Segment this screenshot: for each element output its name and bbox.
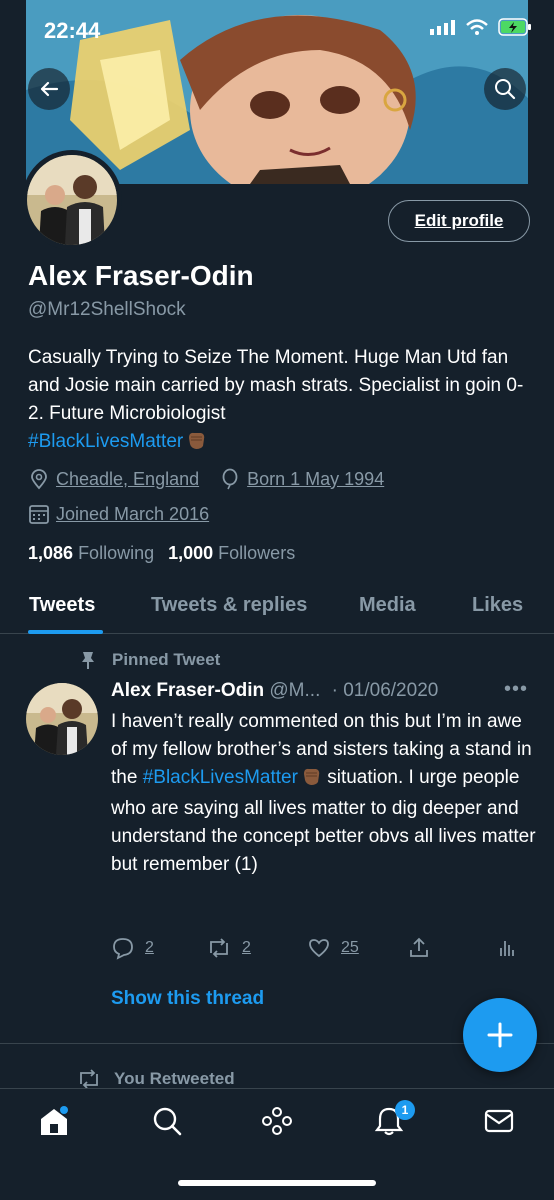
avatar-photo	[27, 155, 117, 245]
reply-button[interactable]: 2	[111, 936, 154, 960]
raised-fist-emoji-icon	[185, 428, 207, 459]
heart-icon	[309, 939, 329, 958]
pinned-tweet-label: Pinned Tweet	[78, 650, 220, 670]
nav-messages[interactable]	[481, 1103, 517, 1139]
profile-meta-row-1: Cheadle, England Born 1 May 1994	[28, 468, 384, 490]
profile-avatar[interactable]	[22, 150, 122, 250]
birthday-link[interactable]: Born 1 May 1994	[247, 469, 384, 490]
tab-media[interactable]: Media	[359, 594, 416, 617]
nav-spaces[interactable]	[259, 1103, 295, 1139]
home-icon	[41, 1106, 68, 1135]
mail-icon	[484, 1109, 514, 1133]
notifications-badge: 1	[395, 1100, 415, 1120]
tweet-author-avatar[interactable]	[26, 683, 98, 755]
home-indicator[interactable]	[178, 1180, 376, 1186]
show-thread-link[interactable]: Show this thread	[111, 988, 264, 1010]
bio-hashtag-link[interactable]: #BlackLivesMatter	[28, 431, 183, 452]
joined-date: Joined March 2016	[56, 503, 210, 524]
edit-profile-button[interactable]: Edit profile	[388, 200, 530, 242]
like-button[interactable]: 25	[307, 936, 359, 960]
profile-handle: @Mr12ShellShock	[28, 299, 186, 320]
share-button[interactable]	[407, 936, 431, 960]
nav-home[interactable]	[36, 1103, 72, 1139]
retweet-button[interactable]: 2	[206, 936, 251, 960]
pin-icon	[82, 652, 94, 669]
search-icon	[495, 79, 516, 100]
tweet-text: I haven’t really commented on this but I…	[111, 711, 536, 875]
tweet-date[interactable]: · 01/06/2020	[332, 680, 439, 701]
status-bar: 22:44	[0, 0, 554, 60]
analytics-icon	[500, 941, 514, 956]
active-tab-indicator	[28, 630, 103, 634]
profile-name: Alex Fraser-Odin	[28, 260, 254, 291]
retweet-icon	[80, 1069, 98, 1089]
follow-counts: 1,086 Following 1,000 Followers	[28, 543, 295, 564]
balloon-icon	[222, 468, 238, 490]
tweet-hashtag-link[interactable]: #BlackLivesMatter	[143, 767, 298, 788]
followers-link[interactable]: 1,000 Followers	[168, 543, 295, 564]
analytics-button[interactable]	[495, 936, 519, 960]
bio-text: Casually Trying to Seize The Moment. Hug…	[28, 347, 524, 424]
more-options-icon[interactable]: •••	[504, 678, 528, 701]
status-time: 22:44	[44, 18, 101, 43]
calendar-icon	[29, 505, 49, 524]
tweet-header: Alex Fraser-Odin @M... · 01/06/2020	[111, 680, 438, 702]
location-link[interactable]: Cheadle, England	[56, 469, 199, 490]
compose-tweet-button[interactable]	[463, 998, 537, 1072]
profile-tabs: Tweets Tweets & replies Media Likes	[0, 584, 554, 634]
tweet-author-handle[interactable]: @M...	[269, 680, 320, 701]
search-icon	[153, 1107, 182, 1136]
back-button[interactable]	[28, 68, 70, 110]
arrow-left-icon	[40, 81, 59, 97]
spaces-icon	[262, 1107, 292, 1135]
signal-icon	[430, 20, 455, 35]
profile-meta-row-2: Joined March 2016	[28, 503, 209, 525]
retweet-icon	[210, 938, 228, 958]
tweet-author-name[interactable]: Alex Fraser-Odin	[111, 680, 264, 701]
plus-icon	[487, 1022, 513, 1048]
nav-search[interactable]	[149, 1103, 185, 1139]
profile-bio: Casually Trying to Seize The Moment. Hug…	[28, 344, 538, 459]
tab-likes[interactable]: Likes	[472, 594, 523, 617]
reply-icon	[113, 938, 133, 960]
tab-tweets[interactable]: Tweets	[29, 594, 95, 617]
following-link[interactable]: 1,086 Following	[28, 543, 154, 564]
raised-fist-emoji-icon	[300, 764, 322, 795]
wifi-icon	[466, 19, 488, 35]
battery-icon	[498, 18, 531, 36]
avatar-photo	[26, 683, 98, 755]
share-icon	[410, 937, 428, 957]
search-button[interactable]	[484, 68, 526, 110]
retweeted-label: You Retweeted	[76, 1068, 235, 1090]
location-pin-icon	[31, 469, 47, 490]
tweet-actions: 2 2 25	[111, 936, 531, 966]
tab-tweets-and-replies[interactable]: Tweets & replies	[151, 594, 307, 617]
